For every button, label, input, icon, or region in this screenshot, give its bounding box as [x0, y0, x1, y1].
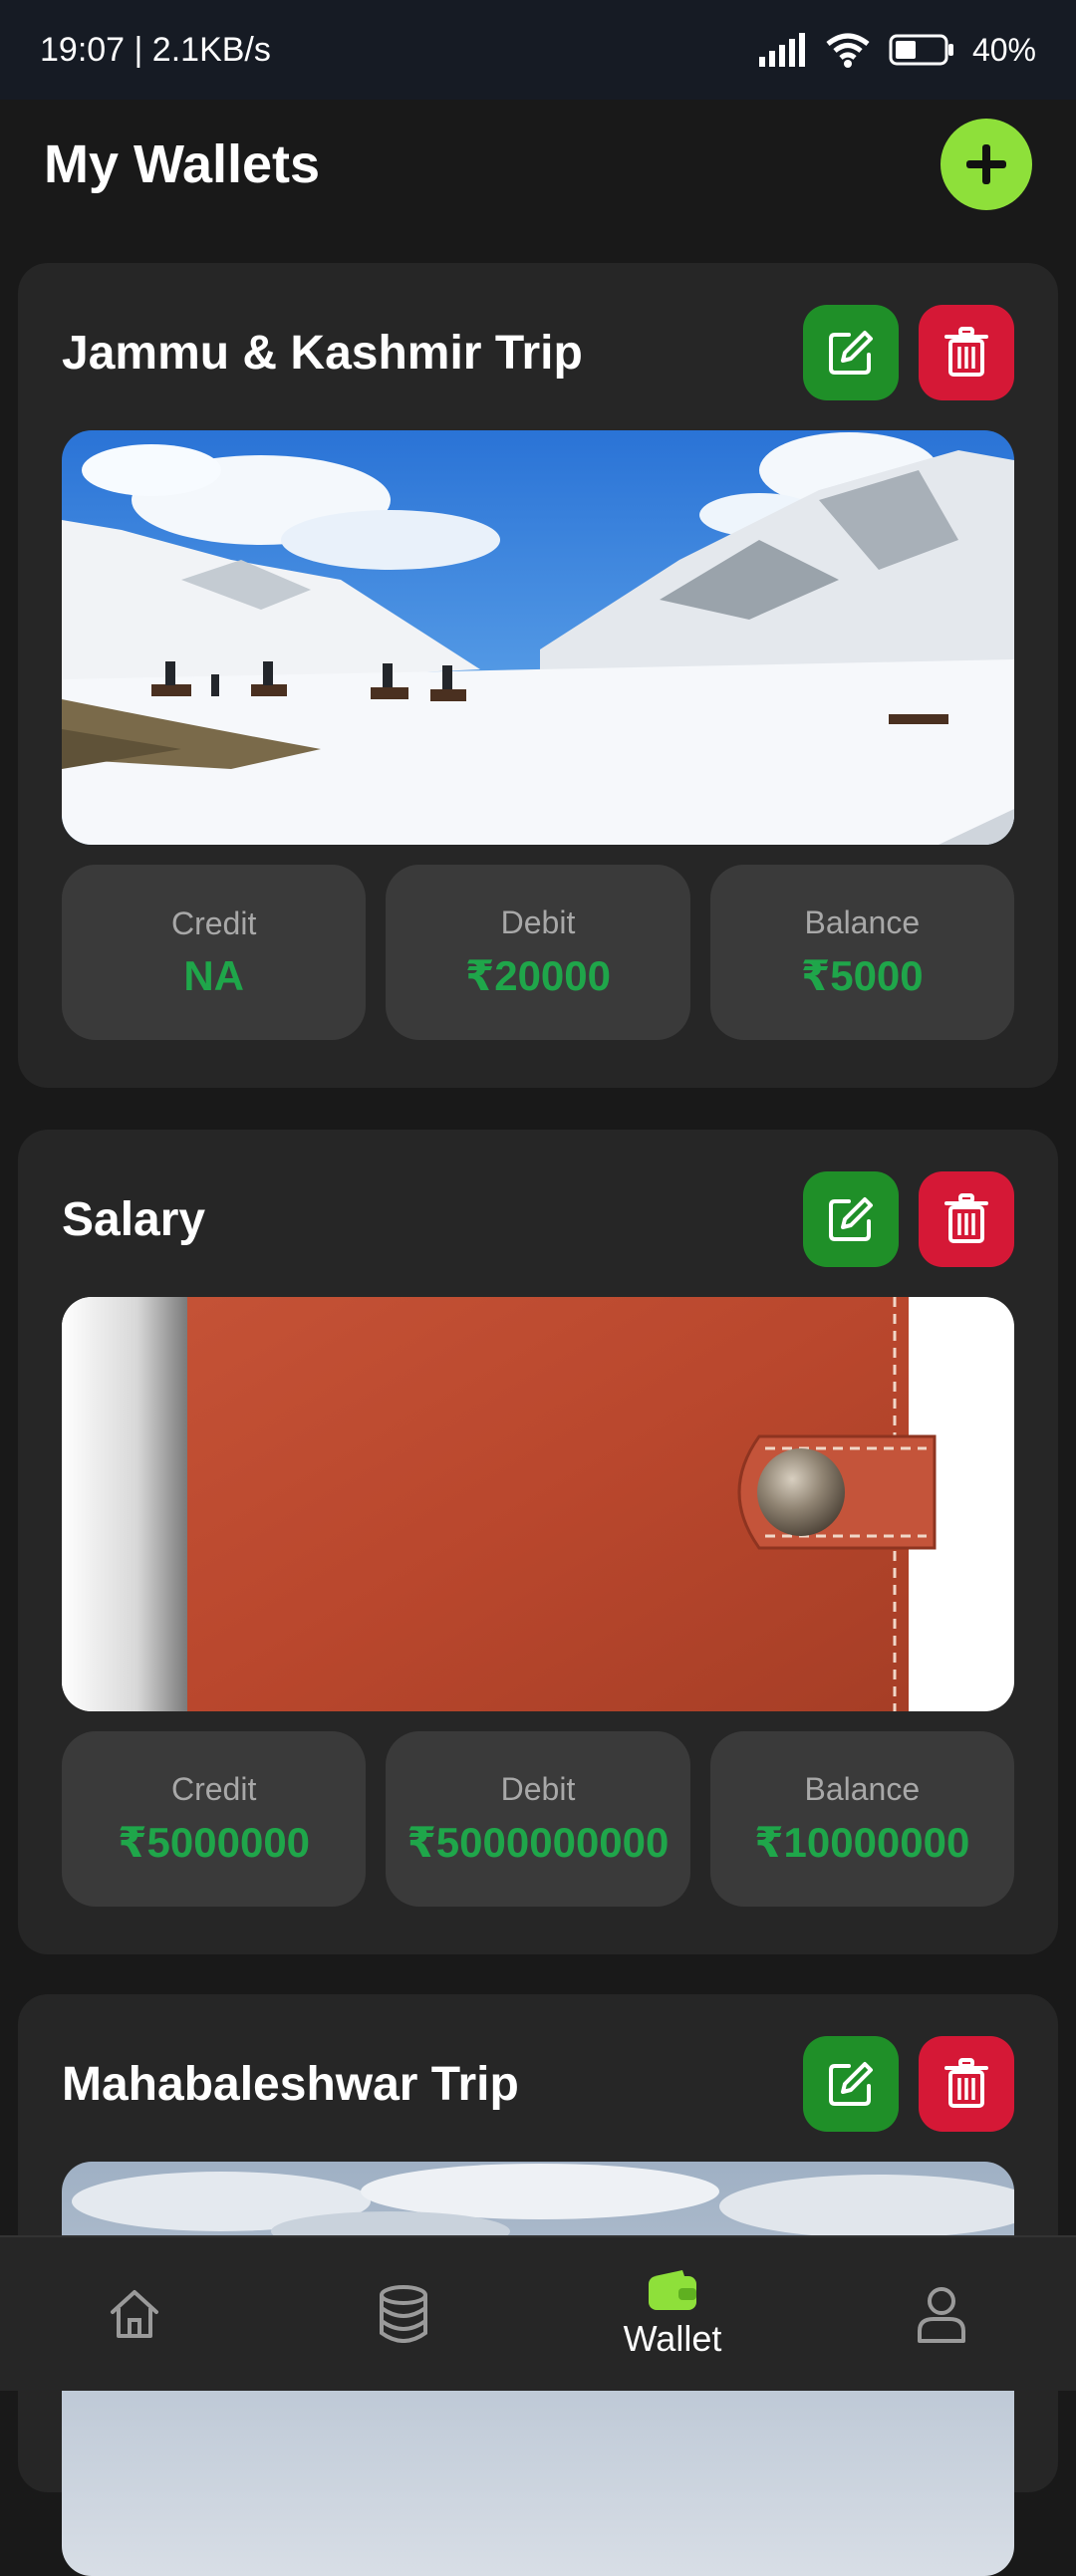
- trash-icon: [944, 2058, 988, 2108]
- debit-stat: Debit ₹5000000000: [386, 1731, 690, 1907]
- edit-icon: [829, 331, 873, 375]
- wallet-name: Salary: [62, 1192, 206, 1246]
- bottom-nav: Wallet: [0, 2235, 1076, 2391]
- delete-wallet-button[interactable]: [919, 2036, 1014, 2132]
- wallet-card[interactable]: Jammu & Kashmir Trip Credit NA Debit ₹20…: [18, 263, 1058, 1088]
- home-icon: [111, 2290, 158, 2338]
- status-time: 19:07 | 2.1KB/s: [40, 30, 271, 69]
- credit-value: ₹5000000: [118, 1819, 311, 1866]
- balance-stat: Balance ₹5000: [709, 865, 1014, 1040]
- header: My Wallets: [0, 100, 1076, 229]
- trash-icon: [944, 1193, 988, 1243]
- wallet-name: Jammu & Kashmir Trip: [62, 326, 583, 380]
- credit-stat: Credit ₹5000000: [62, 1731, 367, 1907]
- nav-profile[interactable]: [807, 2237, 1076, 2391]
- wallet-card[interactable]: Salary Credit ₹5000000 Debit ₹5000000000…: [18, 1130, 1058, 1954]
- edit-wallet-button[interactable]: [803, 2036, 899, 2132]
- edit-icon: [829, 2062, 873, 2106]
- edit-wallet-button[interactable]: [803, 1171, 899, 1267]
- balance-stat: Balance ₹10000000: [709, 1731, 1014, 1907]
- user-icon: [918, 2287, 965, 2343]
- debit-label: Debit: [500, 1771, 576, 1807]
- wifi-icon: [826, 33, 870, 68]
- debit-value: ₹5000000000: [406, 1819, 670, 1866]
- credit-value: NA: [183, 951, 244, 999]
- debit-stat: Debit ₹20000: [386, 865, 690, 1040]
- plus-icon: [966, 144, 1006, 184]
- database-icon: [380, 2285, 427, 2343]
- page-title: My Wallets: [44, 134, 321, 194]
- credit-label: Credit: [170, 1771, 257, 1807]
- battery-icon: [889, 34, 953, 66]
- nav-wallet[interactable]: Wallet: [538, 2237, 807, 2391]
- battery-percent: 40%: [971, 31, 1036, 68]
- credit-label: Credit: [170, 904, 257, 941]
- delete-wallet-button[interactable]: [919, 1171, 1014, 1267]
- wallet-image-mountains: [62, 430, 1014, 845]
- status-icons: 40%: [757, 32, 1036, 69]
- add-wallet-button[interactable]: [941, 119, 1032, 210]
- debit-value: ₹20000: [464, 952, 611, 999]
- nav-home[interactable]: [0, 2237, 269, 2391]
- signal-icon: [758, 33, 805, 67]
- nav-wallet-label: Wallet: [623, 2318, 722, 2359]
- edit-wallet-button[interactable]: [803, 305, 899, 400]
- delete-wallet-button[interactable]: [919, 305, 1014, 400]
- wallet-name: Mahabaleshwar Trip: [62, 2057, 519, 2111]
- balance-value: ₹10000000: [754, 1819, 970, 1866]
- wallet-stats: Credit ₹5000000 Debit ₹5000000000 Balanc…: [62, 1731, 1014, 1907]
- trash-icon: [944, 327, 988, 377]
- edit-icon: [829, 1197, 873, 1241]
- nav-database[interactable]: [269, 2237, 538, 2391]
- wallet-icon: [649, 2270, 696, 2310]
- debit-label: Debit: [500, 904, 576, 940]
- balance-label: Balance: [804, 1771, 921, 1807]
- wallet-stats: Credit NA Debit ₹20000 Balance ₹5000: [62, 865, 1014, 1040]
- balance-label: Balance: [804, 904, 921, 940]
- wallet-image-leather: [62, 1297, 1014, 1711]
- balance-value: ₹5000: [800, 952, 924, 999]
- status-bar: 19:07 | 2.1KB/s 40%: [0, 0, 1076, 100]
- credit-stat: Credit NA: [62, 865, 367, 1040]
